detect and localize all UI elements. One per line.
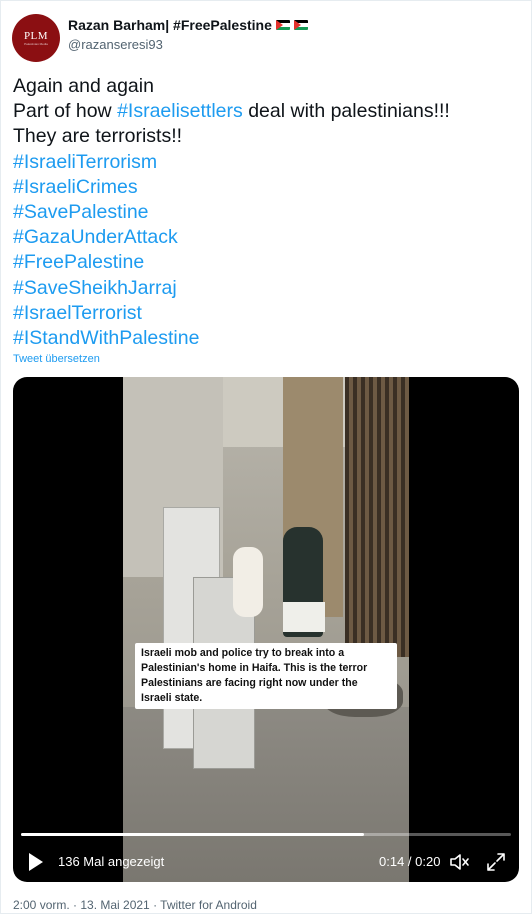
tweet-text-fragment: Part of how	[13, 100, 118, 123]
avatar-subtext: Palestinian Media	[24, 42, 48, 46]
hashtag-link[interactable]: #IsraeliTerrorism	[13, 150, 518, 175]
video-caption-line: Israeli mob and police try to break into…	[141, 647, 345, 659]
tweet-line: They are terrorists!!	[13, 125, 183, 148]
video-caption-line: Israeli state.	[141, 692, 203, 704]
translate-tweet-link[interactable]: Tweet übersetzen	[13, 353, 100, 365]
tweet-line: Part of how #Israelisettlers deal with p…	[13, 99, 518, 124]
author-info: Razan Barham| #FreePalestine @razanseres…	[68, 16, 308, 53]
tweet-text: Again and again Part of how #Israelisett…	[13, 74, 518, 351]
palestine-flag-icon	[275, 20, 290, 30]
volume-icon[interactable]	[449, 852, 471, 872]
hashtag-link[interactable]: #FreePalestine	[13, 250, 518, 275]
tweet-meta[interactable]: 2:00 vorm. · 13. Mai 2021 · Twitter for …	[13, 898, 257, 912]
video-time: 0:14 / 0:20	[379, 854, 441, 869]
video-player[interactable]: Israeli mob and police try to break into…	[13, 377, 519, 882]
hashtag-link[interactable]: #IsraeliCrimes	[13, 175, 518, 200]
video-caption: Israeli mob and police try to break into…	[135, 643, 397, 709]
video-frame[interactable]: Israeli mob and police try to break into…	[123, 377, 409, 882]
tweet-text-fragment: deal with palestinians!!!	[242, 100, 450, 123]
hashtag-link[interactable]: #IStandWithPalestine	[13, 326, 518, 351]
display-name-row[interactable]: Razan Barham| #FreePalestine	[68, 16, 308, 34]
hashtag-link[interactable]: #Israelisettlers	[117, 100, 243, 122]
video-caption-line: Palestinians are facing right now under …	[141, 677, 358, 689]
tweet-header: PLM Palestinian Media Razan Barham| #Fre…	[12, 12, 522, 62]
user-handle[interactable]: @razanseresi93	[68, 36, 308, 53]
hashtag-link[interactable]: #IsraelTerrorist	[13, 301, 518, 326]
display-name[interactable]: Razan Barham| #FreePalestine	[68, 16, 272, 34]
view-count: 136 Mal angezeigt	[58, 854, 165, 869]
avatar[interactable]: PLM Palestinian Media	[12, 14, 60, 62]
hashtag-link[interactable]: #SavePalestine	[13, 200, 518, 225]
video-progress-fill	[21, 833, 364, 836]
hashtag-link[interactable]: #SaveSheikhJarraj	[13, 276, 518, 301]
tweet-line: Again and again	[13, 75, 154, 97]
video-progress-bar[interactable]	[21, 833, 511, 836]
play-icon[interactable]	[29, 853, 43, 871]
video-controls: 136 Mal angezeigt 0:14 / 0:20	[13, 847, 519, 877]
video-caption-line: Palestinian's home in Haifa. This is the…	[141, 662, 368, 674]
expand-icon[interactable]	[485, 851, 507, 873]
avatar-text: PLM	[23, 30, 49, 42]
hashtag-link[interactable]: #GazaUnderAttack	[13, 225, 518, 250]
palestine-flag-icon	[293, 20, 308, 30]
